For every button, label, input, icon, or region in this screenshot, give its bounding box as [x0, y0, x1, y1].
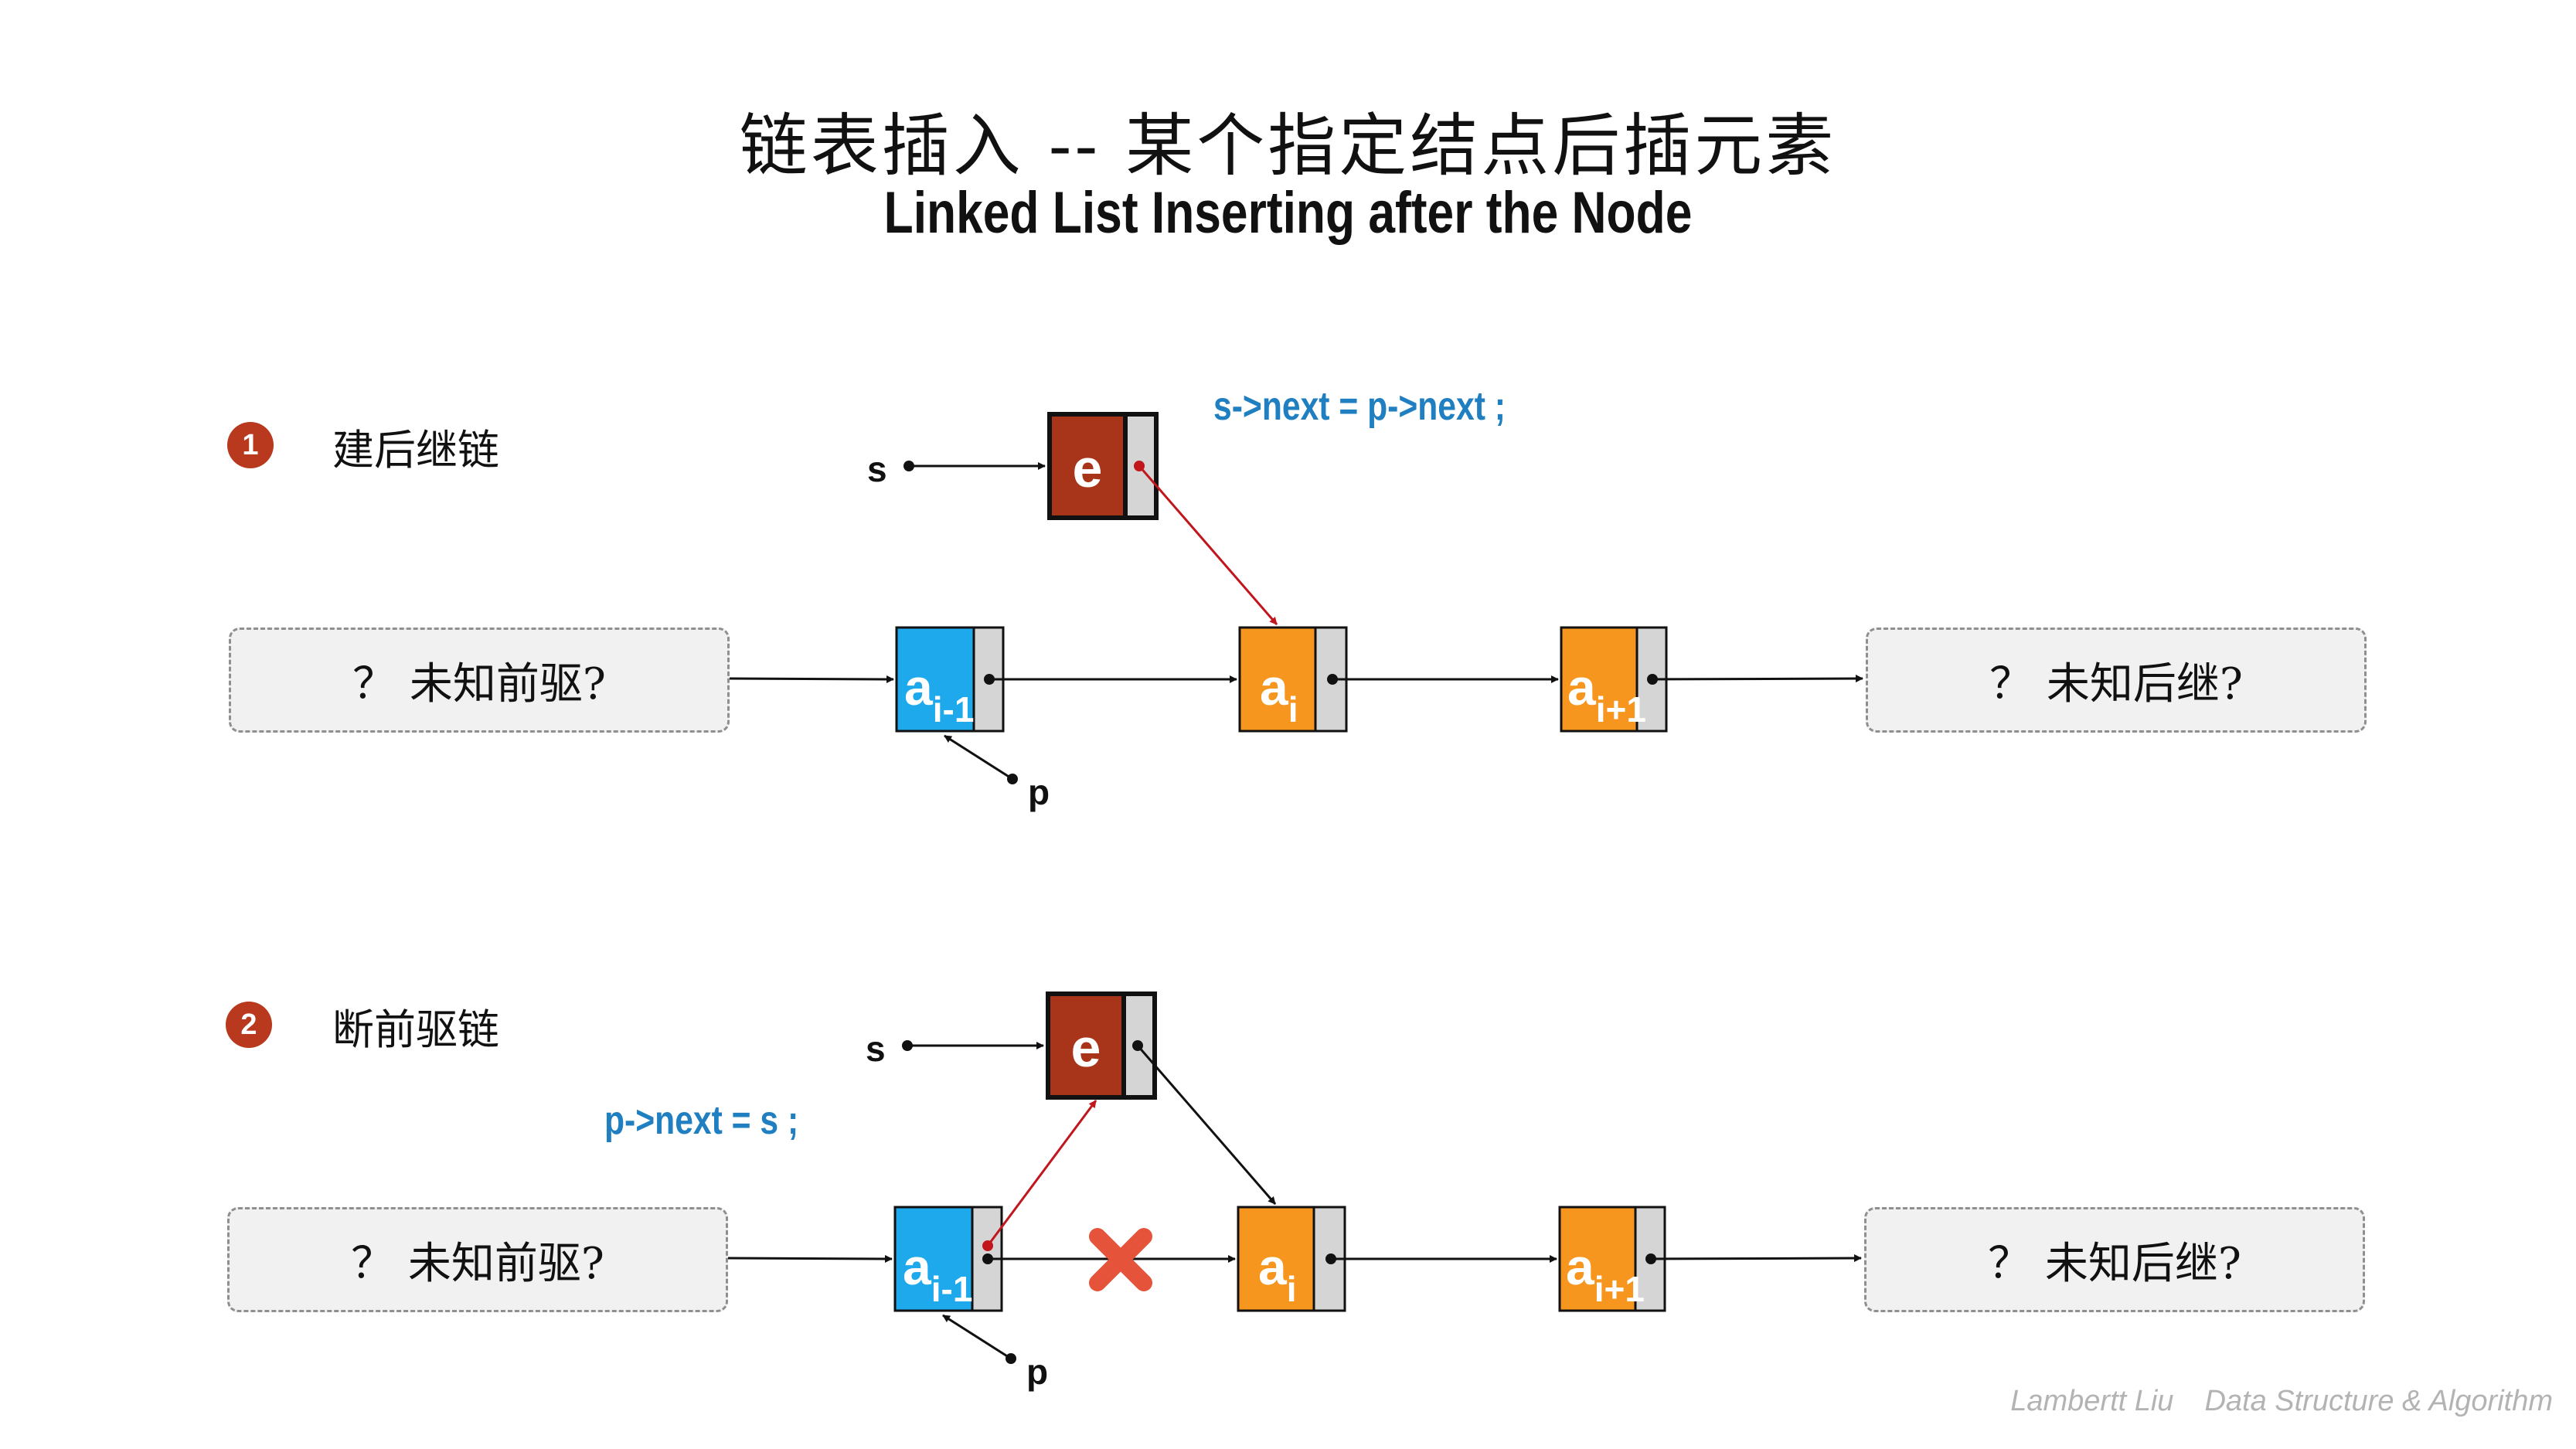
step-1-arrow-e-to-cur — [1138, 465, 1278, 625]
step-1-node-cur-sub: i — [1288, 689, 1298, 730]
step-1-node-next-sub: i+1 — [1596, 689, 1646, 730]
footer: Lambertt Liu Data Structure & Algorithm — [1979, 1385, 2553, 1418]
step-2-node-cur-base: a — [1258, 1238, 1288, 1295]
footer-course: Data Structure & Algorithm — [2204, 1385, 2553, 1417]
step-2-arrow-next-to-unknown — [1650, 1254, 1862, 1263]
step-1-node-cur-base: a — [1260, 658, 1289, 716]
slide: 链表插入 -- 某个指定结点后插元素 Linked List Inserting… — [0, 0, 2576, 1449]
step-2-node-cur-sub: i — [1287, 1269, 1297, 1309]
step-2-node-prev-sub: i-1 — [931, 1269, 973, 1309]
step-1-node-e-label: e — [1073, 438, 1103, 498]
step-2-node-prev-base: a — [903, 1238, 932, 1295]
step-2-node-e-label: e — [1071, 1018, 1101, 1078]
step-1-node-prev-base: a — [904, 658, 934, 716]
step-2-arrow-unknown-to-prev — [727, 1254, 893, 1263]
footer-author: Lambertt Liu — [2010, 1385, 2174, 1417]
step-2-arrow-prev-to-e — [986, 1100, 1097, 1247]
step-2-node-next-sub: i+1 — [1594, 1269, 1645, 1309]
step-2-arrow-e-to-cur — [1136, 1045, 1277, 1205]
step-2-p-arrow — [942, 1314, 1012, 1360]
step-1-node-prev-sub: i-1 — [933, 689, 975, 730]
step-1-p-arrow — [944, 734, 1013, 781]
step-2-node-next-base: a — [1566, 1238, 1595, 1295]
step-1-node-next-base: a — [1567, 658, 1597, 716]
linked-list-diagram: e ai-1 ai ai+1 e ai-1 ai ai+1 — [727, 412, 1863, 1364]
